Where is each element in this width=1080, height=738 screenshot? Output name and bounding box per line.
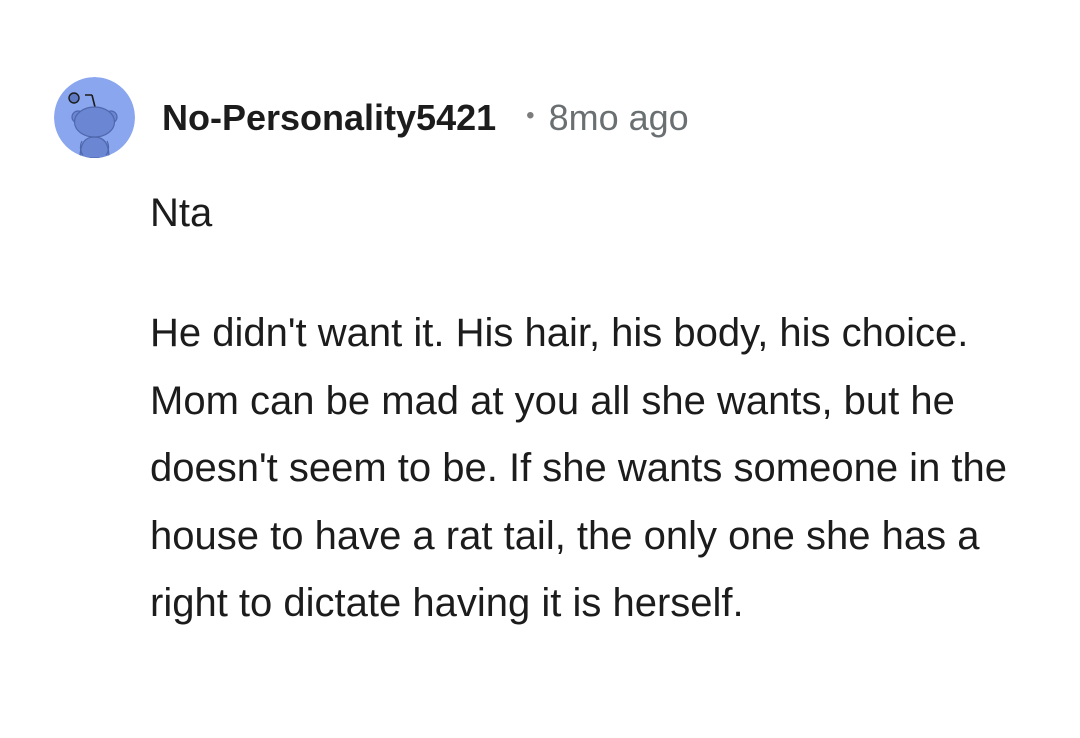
timestamp: 8mo ago	[548, 97, 689, 138]
comment: No-Personality5421 • 8mo ago Nta He didn…	[0, 0, 1080, 738]
reddit-snoo-avatar-icon	[54, 77, 135, 158]
comment-body-line-1: Nta	[150, 191, 213, 235]
user-avatar[interactable]	[54, 77, 135, 158]
separator-dot: •	[526, 102, 535, 129]
comment-body-paragraph: He didn't want it. His hair, his body, h…	[150, 311, 1008, 626]
comment-meta: No-Personality5421 • 8mo ago	[162, 96, 689, 140]
username-link[interactable]: No-Personality5421	[162, 97, 496, 139]
